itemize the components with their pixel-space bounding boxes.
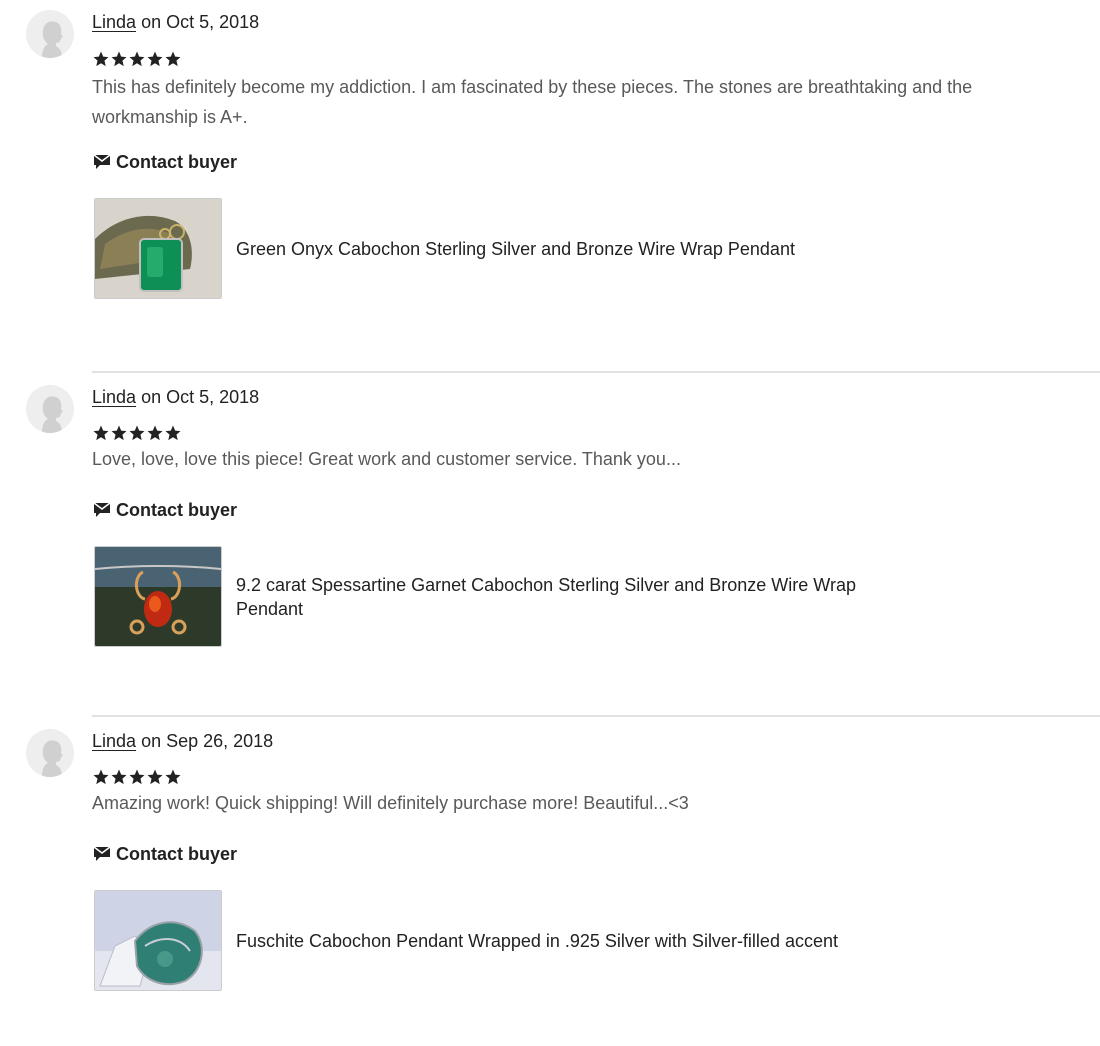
review-meta: Linda on Oct 5, 2018 <box>92 385 1092 409</box>
star-icon <box>93 769 109 785</box>
star-icon <box>129 769 145 785</box>
star-rating <box>92 424 1092 444</box>
review-date: on Oct 5, 2018 <box>141 387 260 407</box>
reviewer-link[interactable]: Linda <box>92 731 136 751</box>
message-flag-icon <box>93 846 111 861</box>
listing-title[interactable]: 9.2 carat Spessartine Garnet Cabochon St… <box>236 573 856 621</box>
star-icon <box>147 51 163 67</box>
star-icon <box>111 425 127 441</box>
avatar[interactable] <box>26 10 74 58</box>
review-divider <box>92 715 1100 717</box>
star-icon <box>111 769 127 785</box>
star-icon <box>111 51 127 67</box>
reviewer-link[interactable]: Linda <box>92 12 136 32</box>
listing-thumbnail[interactable] <box>94 198 222 299</box>
person-silhouette-icon <box>26 10 74 58</box>
listing-link[interactable]: Green Onyx Cabochon Sterling Silver and … <box>92 198 1092 299</box>
contact-buyer-button[interactable]: Contact buyer <box>92 842 1092 866</box>
review-date: on Oct 5, 2018 <box>141 12 260 32</box>
review-meta: Linda on Sep 26, 2018 <box>92 729 1092 753</box>
star-icon <box>129 51 145 67</box>
review-text: This has definitely become my addiction.… <box>92 77 973 127</box>
review-content: Linda on Oct 5, 2018 This has definitely… <box>92 10 1092 299</box>
review-meta: Linda on Oct 5, 2018 <box>92 10 1092 34</box>
listing-thumbnail[interactable] <box>94 890 222 991</box>
listing-link[interactable]: Fuschite Cabochon Pendant Wrapped in .92… <box>92 890 1092 991</box>
avatar[interactable] <box>26 385 74 433</box>
review-divider <box>92 371 1100 373</box>
star-rating <box>92 768 1092 788</box>
star-icon <box>93 425 109 441</box>
star-icon <box>165 425 181 441</box>
person-silhouette-icon <box>26 385 74 433</box>
star-icon <box>147 769 163 785</box>
contact-buyer-button[interactable]: Contact buyer <box>92 150 1092 174</box>
star-icon <box>93 51 109 67</box>
review-text: Amazing work! Quick shipping! Will defin… <box>92 793 689 813</box>
star-icon <box>165 769 181 785</box>
star-icon <box>129 425 145 441</box>
listing-thumbnail[interactable] <box>94 546 222 647</box>
person-silhouette-icon <box>26 729 74 777</box>
star-rating <box>92 50 1092 70</box>
reviews-list: Linda on Oct 5, 2018 This has definitely… <box>0 0 1100 1046</box>
star-icon <box>165 51 181 67</box>
listing-link[interactable]: 9.2 carat Spessartine Garnet Cabochon St… <box>92 546 1092 647</box>
star-icon <box>147 425 163 441</box>
message-flag-icon <box>93 154 111 169</box>
contact-buyer-button[interactable]: Contact buyer <box>92 498 1092 522</box>
message-flag-icon <box>93 502 111 517</box>
review-content: Linda on Oct 5, 2018 Love, love, love th… <box>92 385 1092 647</box>
contact-buyer-label: Contact buyer <box>116 151 238 172</box>
review-content: Linda on Sep 26, 2018 Amazing work! Quic… <box>92 729 1092 991</box>
avatar[interactable] <box>26 729 74 777</box>
review-text: Love, love, love this piece! Great work … <box>92 449 681 469</box>
contact-buyer-label: Contact buyer <box>116 843 238 864</box>
listing-title[interactable]: Fuschite Cabochon Pendant Wrapped in .92… <box>236 929 856 953</box>
listing-title[interactable]: Green Onyx Cabochon Sterling Silver and … <box>236 237 856 261</box>
reviewer-link[interactable]: Linda <box>92 387 136 407</box>
contact-buyer-label: Contact buyer <box>116 499 238 520</box>
review-date: on Sep 26, 2018 <box>141 731 274 751</box>
